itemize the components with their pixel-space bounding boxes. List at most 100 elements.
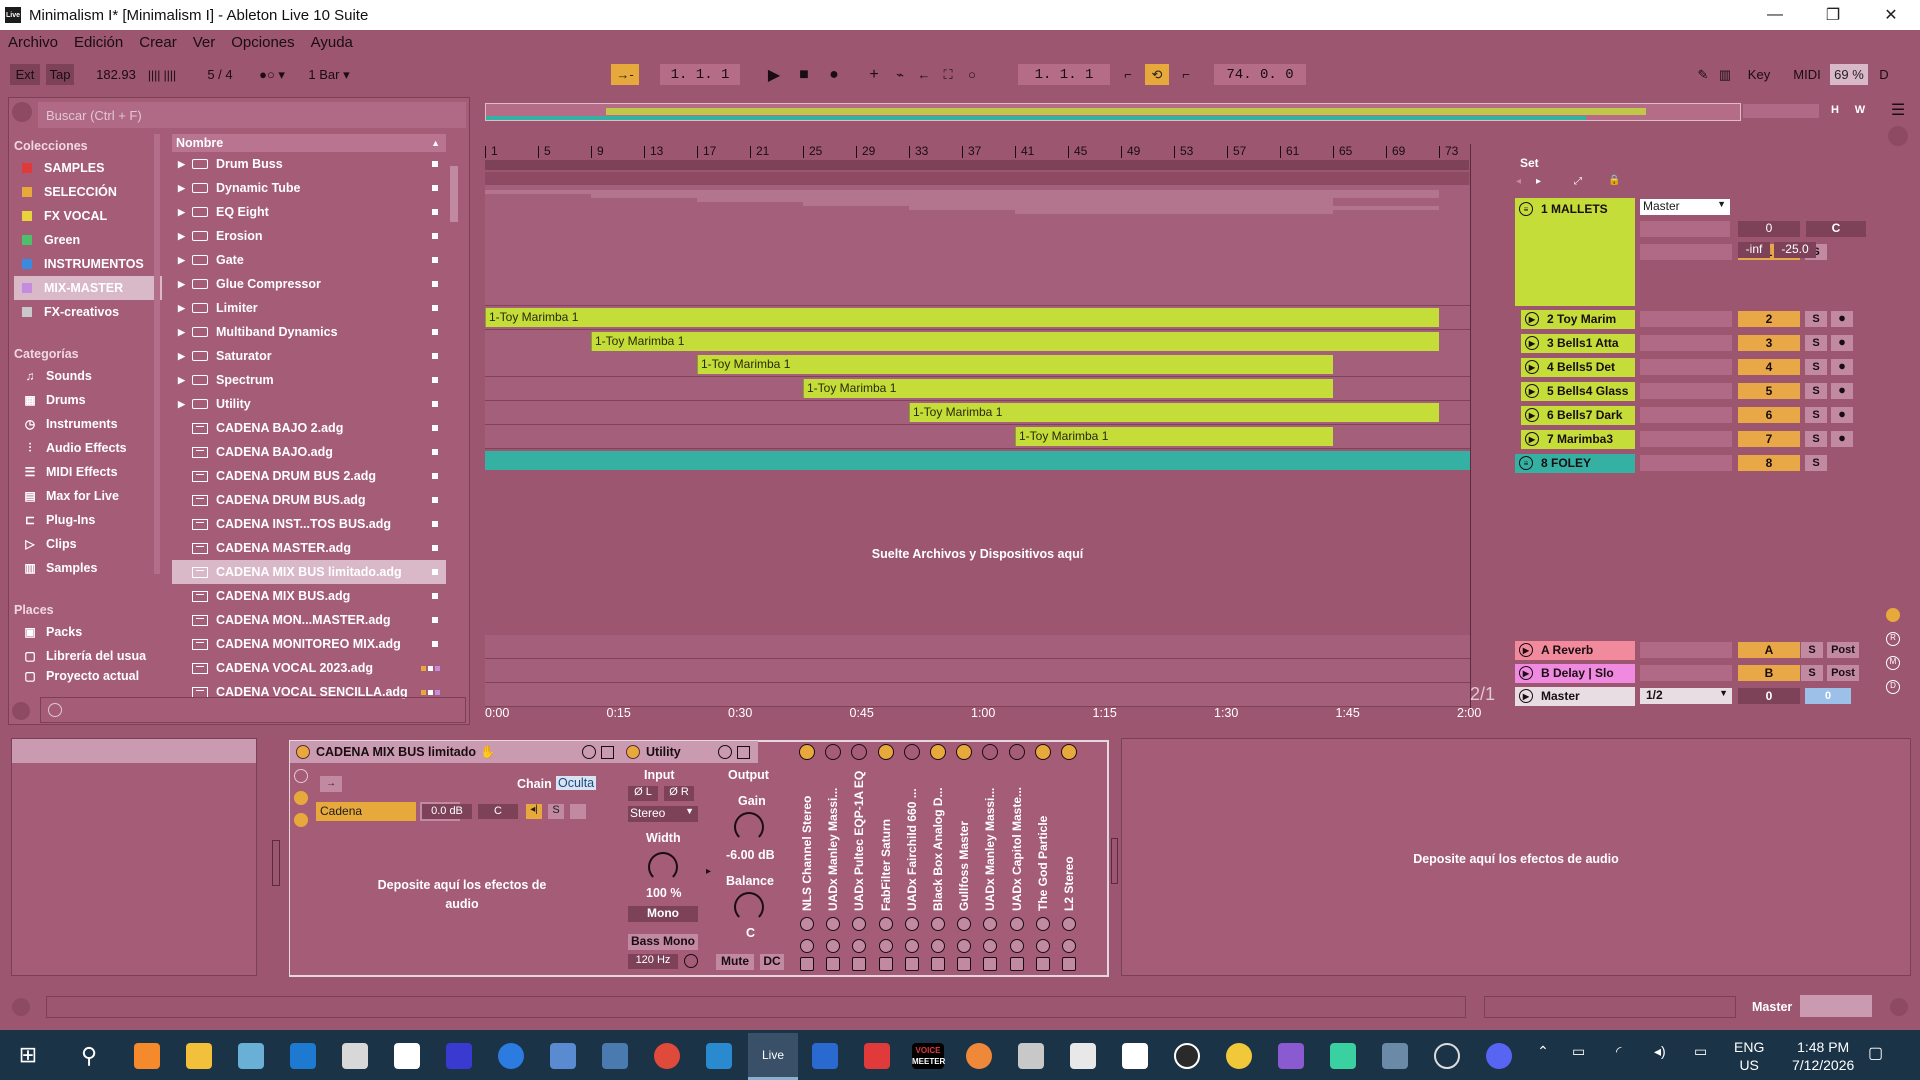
group-input-field[interactable] [1640, 221, 1730, 237]
return-io[interactable] [1640, 642, 1732, 658]
device-options-icon[interactable] [957, 939, 972, 953]
return-name-tab[interactable]: ▶ B Delay | Slo [1515, 663, 1635, 683]
device-options-icon[interactable] [1009, 939, 1024, 953]
track-activator[interactable]: 5 [1738, 383, 1800, 399]
arm-button-icon[interactable]: ⏺ [1831, 407, 1853, 423]
track-name-tab[interactable]: ▶ 3 Bells1 Atta [1521, 333, 1635, 353]
lock-icon[interactable]: 🔒 [1608, 175, 1620, 187]
device-power-icon[interactable] [1008, 744, 1025, 760]
category-max-for-live[interactable]: ▤ Max for Live [14, 484, 162, 508]
automation-arm-icon[interactable]: ⌁ [890, 64, 910, 85]
track-name-tab[interactable]: ▶ 6 Bells7 Dark [1521, 405, 1635, 425]
expand-arrow-icon[interactable]: ▶ [178, 207, 192, 218]
notifications-icon[interactable]: ▢ [1868, 1043, 1888, 1069]
expand-arrow-icon[interactable]: ▶ [178, 159, 192, 170]
device-save-icon[interactable] [904, 957, 919, 971]
return-track-header[interactable]: ▶ B Delay | Slo B S Post [1515, 663, 1859, 683]
language-indicator[interactable]: ENG US [1734, 1038, 1764, 1074]
tempo-field[interactable]: 182.93 [92, 64, 140, 85]
utility-power-icon[interactable] [626, 745, 640, 759]
device-options-icon[interactable] [826, 939, 841, 953]
browser-file-row[interactable]: ▶ Utility [172, 392, 446, 416]
browser-file-row[interactable]: ▶ Spectrum [172, 368, 446, 392]
stop-icon[interactable]: ■ [793, 64, 815, 85]
device-options-icon[interactable] [1062, 939, 1076, 953]
voicemeeter-icon[interactable]: VOICE MEETER [912, 1043, 945, 1069]
restore-button[interactable]: ❐ [1804, 0, 1862, 30]
browser-file-row[interactable]: ▶ Gate [172, 248, 446, 272]
search-icon[interactable]: ⚲ [76, 1043, 102, 1069]
group-output-dropdown[interactable]: Master ▼ [1640, 199, 1730, 215]
volume-icon[interactable]: ◂) [1654, 1043, 1672, 1069]
browser-search-input[interactable]: Buscar (Ctrl + F) [38, 102, 466, 128]
rack-title-bar[interactable]: CADENA MIX BUS limitado ✋ [290, 741, 624, 763]
category-instruments[interactable]: ◷ Instruments [14, 412, 162, 436]
chain-volume-field[interactable]: 0.0 dB [422, 804, 472, 819]
track-activator[interactable]: 3 [1738, 335, 1800, 351]
edit-device-icon[interactable] [957, 917, 972, 931]
audio-clip[interactable]: 1-Toy Marimba 1 [1015, 427, 1333, 446]
preview-toggle-icon[interactable] [12, 702, 30, 720]
audio-clip[interactable]: 1-Toy Marimba 1 [591, 332, 1439, 351]
menu-edicion[interactable]: Edición [74, 34, 123, 51]
track-header[interactable]: ≡1 MALLETS1S [1515, 198, 1827, 306]
device-resize-handle[interactable] [1111, 838, 1118, 884]
browser-file-row[interactable]: ▶ Saturator [172, 344, 446, 368]
phase-right-button[interactable]: Ø R [664, 786, 694, 801]
k-app-icon[interactable] [812, 1043, 838, 1069]
browser-file-row[interactable]: CADENA VOCAL 2023.adg [172, 656, 446, 680]
arm-button-icon[interactable]: ⏺ [1831, 335, 1853, 351]
device-save-icon[interactable] [852, 957, 867, 971]
device-power-icon[interactable] [956, 744, 973, 760]
track-header[interactable]: ▶ 7 Marimba3 7 S ⏺ [1515, 429, 1853, 449]
track-play-icon[interactable]: ▶ [1525, 312, 1539, 326]
arrangement-area[interactable]: 1-Toy Marimba 1 1-Toy Marimba 1 1-Toy Mari… [485, 185, 1470, 710]
return-activator[interactable]: A [1738, 642, 1800, 658]
group-fold-icon[interactable]: ≡ [1519, 202, 1533, 216]
return-name-tab[interactable]: ▶ A Reverb [1515, 640, 1635, 660]
macro-device-slot[interactable]: UADx Capitol Maste... [1004, 741, 1030, 977]
bass-audition-icon[interactable] [684, 954, 698, 968]
width-knob[interactable] [648, 852, 678, 882]
solo-button[interactable]: S [1801, 642, 1823, 658]
overdub-icon[interactable]: + [864, 64, 884, 85]
musescore-icon[interactable] [706, 1043, 732, 1069]
solo-button[interactable]: S [1805, 335, 1827, 351]
master-track-header[interactable]: ▶ Master 1/2 ▼ 0 0 [1515, 686, 1851, 706]
vscode-icon[interactable] [290, 1043, 316, 1069]
rack-power-icon[interactable] [296, 745, 310, 759]
solo-button[interactable]: S [1805, 407, 1827, 423]
device-power-icon[interactable] [1034, 744, 1051, 760]
chain-pan-field[interactable]: C [478, 804, 518, 819]
arm-button-icon[interactable]: ⏺ [1831, 383, 1853, 399]
reenable-automation-icon[interactable]: ← [914, 64, 934, 85]
device-options-icon[interactable] [800, 939, 814, 953]
panel-resize-handle[interactable] [272, 840, 280, 886]
macro-device-slot[interactable]: L2 Stereo [1056, 741, 1082, 977]
loop-length-field[interactable]: 74. 0. 0 [1214, 64, 1306, 85]
macro-device-slot[interactable]: UADx Fairchild 660 ... [899, 741, 925, 977]
edit-device-icon[interactable] [878, 917, 893, 931]
arm-button-icon[interactable]: ⏺ [1831, 359, 1853, 375]
solo-button[interactable]: S [1805, 359, 1827, 375]
macro-toggle-icon[interactable] [294, 769, 308, 783]
follow-icon[interactable]: →- [611, 64, 639, 85]
track-header[interactable]: ▶ 5 Bells4 Glass 5 S ⏺ [1515, 381, 1853, 401]
menu-ayuda[interactable]: Ayuda [311, 34, 353, 51]
macro-device-slot[interactable]: Black Box Analog D... [925, 741, 951, 977]
collection-fx-vocal[interactable]: FX VOCAL [14, 204, 162, 228]
info-toggle-icon[interactable] [12, 998, 30, 1016]
punch-in-icon[interactable]: ⌐ [1117, 64, 1139, 85]
gain-knob[interactable] [734, 812, 764, 842]
track-play-icon[interactable]: ▶ [1525, 408, 1539, 422]
edit-device-icon[interactable] [852, 917, 867, 931]
post-button[interactable]: Post [1827, 642, 1859, 658]
category-sounds[interactable]: ♫ Sounds [14, 364, 162, 388]
metronome-button[interactable]: ●○ ▾ [252, 64, 292, 85]
collection-instrumentos[interactable]: INSTRUMENTOS [14, 252, 162, 276]
utility-save-icon[interactable] [737, 745, 750, 759]
track-io[interactable] [1640, 359, 1732, 375]
group-fold-icon[interactable]: ≡ [1519, 456, 1533, 470]
track-name-tab[interactable]: ▶ 2 Toy Marim [1521, 309, 1635, 329]
auto-select-icon[interactable]: → [320, 776, 342, 792]
